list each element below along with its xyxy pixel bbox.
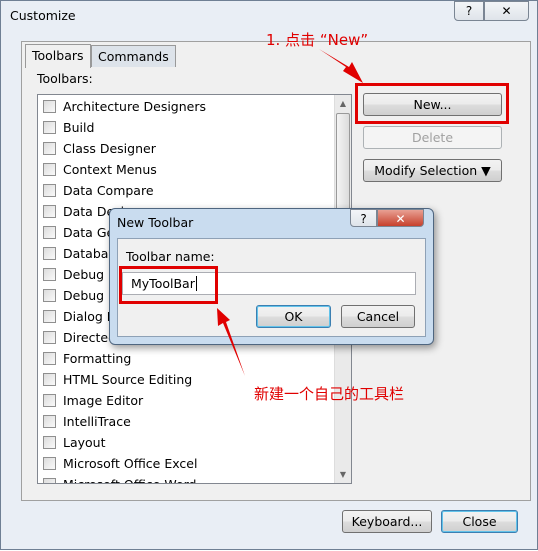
annotation-arrows bbox=[217, 49, 363, 376]
customize-window: Customize ? ✕ Toolbars Commands Toolbars… bbox=[0, 0, 538, 550]
tab-toolbars[interactable]: Toolbars bbox=[25, 44, 91, 68]
arrow-to-new bbox=[319, 49, 363, 83]
arrow-to-input bbox=[217, 308, 245, 376]
